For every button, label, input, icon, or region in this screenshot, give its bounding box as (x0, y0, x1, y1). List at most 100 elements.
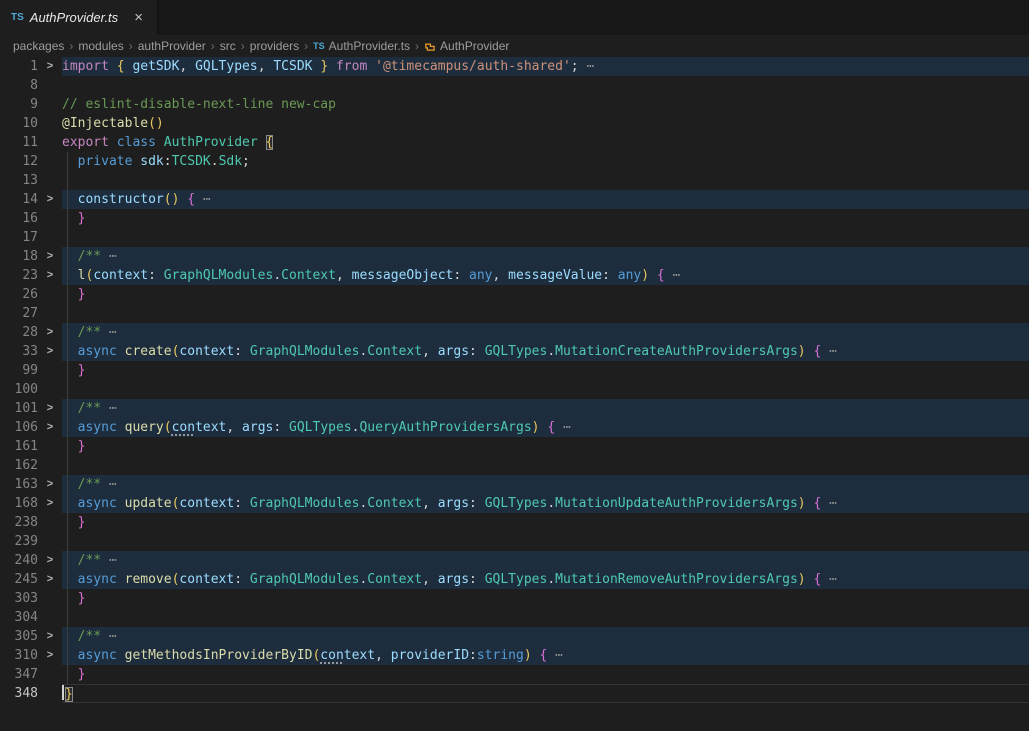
code-line-1[interactable]: 1>import { getSDK, GQLTypes, TCSDK } fro… (0, 57, 1029, 76)
code-line-content[interactable]: } (62, 589, 1029, 608)
code-line-content[interactable] (62, 76, 1029, 95)
code-line-content[interactable]: } (62, 665, 1029, 684)
line-number[interactable]: 168 (0, 494, 38, 513)
code-line-33[interactable]: 33> async create(context: GraphQLModules… (0, 342, 1029, 361)
line-number[interactable]: 13 (0, 171, 38, 190)
code-line-content[interactable]: async create(context: GraphQLModules.Con… (62, 342, 1029, 361)
line-number[interactable]: 304 (0, 608, 38, 627)
code-line-305[interactable]: 305> /** ⋯ (0, 627, 1029, 646)
breadcrumb-item-authprovider[interactable]: AuthProvider (424, 39, 509, 53)
line-number[interactable]: 1 (0, 57, 38, 76)
line-number[interactable]: 347 (0, 665, 38, 684)
fold-chevron-icon[interactable]: > (38, 475, 62, 494)
code-line-content[interactable]: /** ⋯ (62, 399, 1029, 418)
line-number[interactable]: 245 (0, 570, 38, 589)
code-line-162[interactable]: 162 (0, 456, 1029, 475)
line-number[interactable]: 101 (0, 399, 38, 418)
code-line-content[interactable]: @Injectable() (62, 114, 1029, 133)
fold-chevron-icon[interactable]: > (38, 323, 62, 342)
code-line-348[interactable]: 348} (0, 684, 1029, 703)
code-line-content[interactable]: /** ⋯ (62, 247, 1029, 266)
code-line-161[interactable]: 161 } (0, 437, 1029, 456)
code-line-238[interactable]: 238 } (0, 513, 1029, 532)
line-number[interactable]: 17 (0, 228, 38, 247)
code-line-27[interactable]: 27 (0, 304, 1029, 323)
fold-chevron-icon[interactable]: > (38, 418, 62, 437)
code-line-content[interactable]: // eslint-disable-next-line new-cap (62, 95, 1029, 114)
line-number[interactable]: 305 (0, 627, 38, 646)
code-line-content[interactable]: /** ⋯ (62, 323, 1029, 342)
code-line-content[interactable]: async query(context, args: GQLTypes.Quer… (62, 418, 1029, 437)
line-number[interactable]: 23 (0, 266, 38, 285)
fold-chevron-icon[interactable]: > (38, 266, 62, 285)
line-number[interactable]: 18 (0, 247, 38, 266)
code-line-11[interactable]: 11export class AuthProvider { (0, 133, 1029, 152)
code-line-content[interactable]: } (62, 209, 1029, 228)
code-line-content[interactable]: /** ⋯ (62, 475, 1029, 494)
fold-chevron-icon[interactable]: > (38, 627, 62, 646)
code-line-9[interactable]: 9 // eslint-disable-next-line new-cap (0, 95, 1029, 114)
breadcrumb-item-authprovider[interactable]: authProvider (138, 39, 206, 53)
code-line-100[interactable]: 100 (0, 380, 1029, 399)
code-line-8[interactable]: 8 (0, 76, 1029, 95)
fold-chevron-icon[interactable]: > (38, 57, 62, 76)
code-line-12[interactable]: 12 private sdk:TCSDK.Sdk; (0, 152, 1029, 171)
code-line-240[interactable]: 240> /** ⋯ (0, 551, 1029, 570)
line-number[interactable]: 239 (0, 532, 38, 551)
code-line-content[interactable]: import { getSDK, GQLTypes, TCSDK } from … (62, 57, 1029, 76)
line-number[interactable]: 303 (0, 589, 38, 608)
fold-chevron-icon[interactable]: > (38, 494, 62, 513)
line-number[interactable]: 10 (0, 114, 38, 133)
code-line-23[interactable]: 23> l(context: GraphQLModules.Context, m… (0, 266, 1029, 285)
code-line-content[interactable]: } (62, 684, 1029, 703)
code-line-10[interactable]: 10 @Injectable() (0, 114, 1029, 133)
code-line-content[interactable] (62, 380, 1029, 399)
line-number[interactable]: 14 (0, 190, 38, 209)
line-number[interactable]: 28 (0, 323, 38, 342)
code-line-content[interactable]: async remove(context: GraphQLModules.Con… (62, 570, 1029, 589)
code-line-101[interactable]: 101> /** ⋯ (0, 399, 1029, 418)
code-line-content[interactable]: } (62, 361, 1029, 380)
fold-chevron-icon[interactable]: > (38, 190, 62, 209)
line-number[interactable]: 238 (0, 513, 38, 532)
code-line-content[interactable]: /** ⋯ (62, 551, 1029, 570)
line-number[interactable]: 106 (0, 418, 38, 437)
fold-chevron-icon[interactable]: > (38, 247, 62, 266)
line-number[interactable]: 163 (0, 475, 38, 494)
code-line-content[interactable]: private sdk:TCSDK.Sdk; (62, 152, 1029, 171)
close-icon[interactable]: × (131, 9, 146, 26)
code-line-content[interactable] (62, 171, 1029, 190)
code-line-163[interactable]: 163> /** ⋯ (0, 475, 1029, 494)
line-number[interactable]: 11 (0, 133, 38, 152)
code-line-content[interactable]: } (62, 437, 1029, 456)
breadcrumb-item-modules[interactable]: modules (78, 39, 123, 53)
line-number[interactable]: 16 (0, 209, 38, 228)
code-line-168[interactable]: 168> async update(context: GraphQLModule… (0, 494, 1029, 513)
code-line-content[interactable] (62, 608, 1029, 627)
breadcrumb-item-packages[interactable]: packages (13, 39, 64, 53)
line-number[interactable]: 12 (0, 152, 38, 171)
code-line-106[interactable]: 106> async query(context, args: GQLTypes… (0, 418, 1029, 437)
code-line-303[interactable]: 303 } (0, 589, 1029, 608)
code-line-17[interactable]: 17 (0, 228, 1029, 247)
line-number[interactable]: 8 (0, 76, 38, 95)
code-line-content[interactable]: async getMethodsInProviderByID(context, … (62, 646, 1029, 665)
code-line-245[interactable]: 245> async remove(context: GraphQLModule… (0, 570, 1029, 589)
line-number[interactable]: 33 (0, 342, 38, 361)
code-line-16[interactable]: 16 } (0, 209, 1029, 228)
breadcrumb-item-authprovider-ts[interactable]: TSAuthProvider.ts (313, 39, 410, 53)
line-number[interactable]: 310 (0, 646, 38, 665)
code-line-content[interactable]: async update(context: GraphQLModules.Con… (62, 494, 1029, 513)
editor-tab-authprovider[interactable]: TS AuthProvider.ts × (0, 0, 158, 35)
code-line-content[interactable]: /** ⋯ (62, 627, 1029, 646)
line-number[interactable]: 9 (0, 95, 38, 114)
code-line-14[interactable]: 14> constructor() { ⋯ (0, 190, 1029, 209)
breadcrumb-item-src[interactable]: src (220, 39, 236, 53)
fold-chevron-icon[interactable]: > (38, 570, 62, 589)
code-line-18[interactable]: 18> /** ⋯ (0, 247, 1029, 266)
line-number[interactable]: 100 (0, 380, 38, 399)
code-line-content[interactable]: constructor() { ⋯ (62, 190, 1029, 209)
line-number[interactable]: 162 (0, 456, 38, 475)
code-line-content[interactable] (62, 456, 1029, 475)
code-line-26[interactable]: 26 } (0, 285, 1029, 304)
